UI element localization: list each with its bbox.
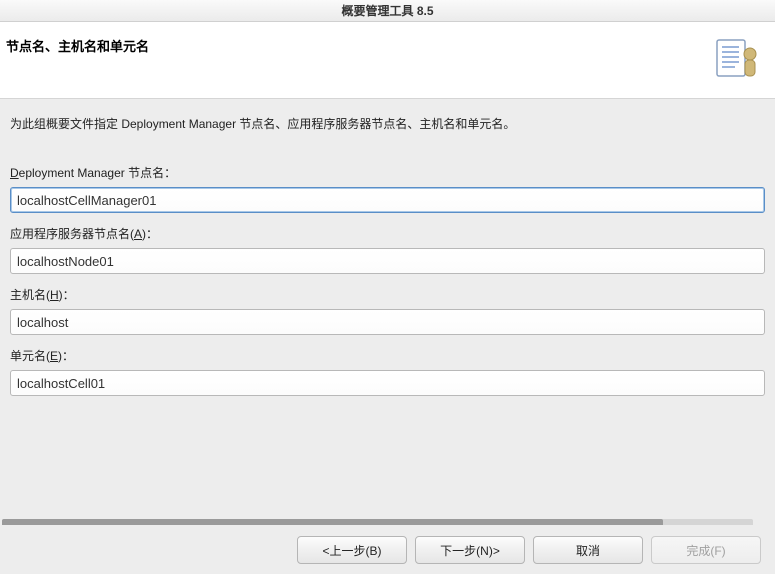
header-panel: 节点名、主机名和单元名 (0, 22, 775, 99)
app-node-input[interactable] (10, 248, 765, 274)
wizard-icon (715, 36, 761, 84)
dmgr-node-label: Deployment Manager 节点名： (10, 164, 765, 181)
title-bar: 概要管理工具 8.5 (0, 0, 775, 22)
form-group-app-node: 应用程序服务器节点名(A)： (10, 225, 765, 274)
finish-button: 完成(F) (651, 536, 761, 564)
host-input[interactable] (10, 309, 765, 335)
cell-input[interactable] (10, 370, 765, 396)
form-group-dmgr-node: Deployment Manager 节点名： (10, 164, 765, 213)
back-button[interactable]: <上一步(B) (297, 536, 407, 564)
footer-buttons: <上一步(B) 下一步(N)> 取消 完成(F) (0, 525, 775, 574)
window-title: 概要管理工具 8.5 (341, 2, 433, 19)
form-group-cell: 单元名(E)： (10, 347, 765, 396)
page-title: 节点名、主机名和单元名 (6, 36, 149, 55)
content-area: 为此组概要文件指定 Deployment Manager 节点名、应用程序服务器… (0, 99, 775, 529)
description-text: 为此组概要文件指定 Deployment Manager 节点名、应用程序服务器… (10, 115, 765, 132)
app-node-label: 应用程序服务器节点名(A)： (10, 225, 765, 242)
form-group-host: 主机名(H)： (10, 286, 765, 335)
dmgr-node-input[interactable] (10, 187, 765, 213)
host-label: 主机名(H)： (10, 286, 765, 303)
cell-label: 单元名(E)： (10, 347, 765, 364)
next-button[interactable]: 下一步(N)> (415, 536, 525, 564)
cancel-button[interactable]: 取消 (533, 536, 643, 564)
